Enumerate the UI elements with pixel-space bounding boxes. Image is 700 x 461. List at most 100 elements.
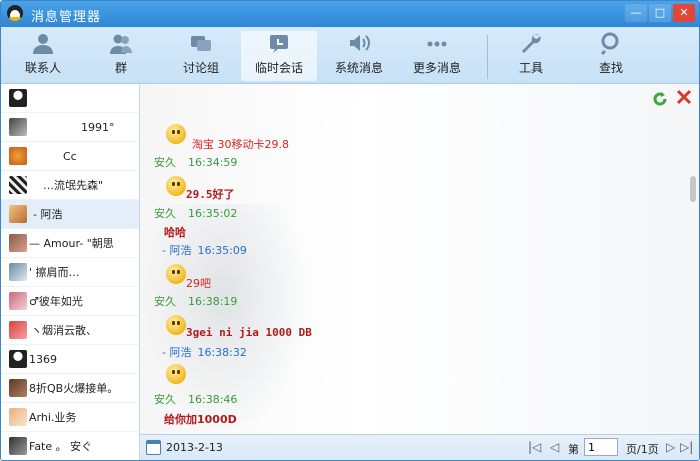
page-prefix: 第 (568, 443, 579, 456)
contact-item[interactable]: Cc (1, 142, 139, 171)
scrollbar-thumb[interactable] (690, 176, 696, 202)
page-suffix: 页/1页 (626, 443, 659, 456)
prev-page-button[interactable]: ◁ (550, 440, 559, 454)
date-label: 2013-2-13 (166, 441, 223, 454)
window-title: 消息管理器 (31, 10, 102, 25)
message-sender: 安久 16:35:02 (154, 205, 237, 221)
tab-label: 群 (114, 61, 127, 75)
discussion-icon (191, 36, 211, 51)
contact-name: — Amour- "朝思 (29, 237, 114, 250)
avatar (9, 437, 27, 455)
avatar (9, 176, 27, 194)
page-number-input[interactable] (584, 438, 618, 456)
maximize-button[interactable]: □ (649, 4, 671, 22)
contact-item[interactable]: ♂彼年如光 (1, 287, 139, 316)
contact-list[interactable]: 1991° Cc …流氓先森" - 阿浩 — Amour- "朝思 ' 擦肩而…… (1, 84, 140, 460)
tab-discussion[interactable]: 讨论组 (163, 31, 239, 81)
message-text: 29.5好了 (186, 188, 235, 201)
contact-name: - 阿浩 (33, 208, 63, 221)
tab-group[interactable]: 群 (83, 31, 159, 81)
message-sender: 安久 16:38:19 (154, 293, 237, 309)
qq-logo-icon (7, 5, 23, 21)
smiley-emoji-icon (166, 364, 186, 384)
first-page-button[interactable]: |◁ (528, 440, 541, 454)
contact-name: 1991° (81, 120, 115, 134)
message-text: 淘宝 30移动卡29.8 (192, 138, 289, 151)
contact-item[interactable]: 1991° (1, 113, 139, 142)
contact-name: 8折QB火爆接单。 (29, 382, 119, 395)
tab-system-messages[interactable]: 系统消息 (321, 31, 397, 81)
tab-label: 联系人 (24, 61, 61, 75)
avatar (9, 263, 27, 281)
message-time: 16:38:46 (188, 393, 238, 406)
contact-name: Arhi.业务 (29, 411, 77, 424)
wrench-icon (522, 34, 541, 53)
minimize-button[interactable]: — (625, 4, 647, 22)
more-icon (427, 41, 447, 47)
tab-label: 更多消息 (412, 61, 461, 75)
avatar (9, 379, 27, 397)
message-sender: - 阿浩 16:35:09 (162, 242, 247, 258)
refresh-icon[interactable] (652, 91, 668, 107)
tab-contacts[interactable]: 联系人 (5, 31, 81, 81)
tab-label: 系统消息 (334, 61, 383, 75)
tab-label: 工具 (518, 61, 543, 75)
delete-icon[interactable] (676, 89, 692, 105)
qq-penguin-avatar (9, 89, 27, 107)
avatar (9, 118, 27, 136)
search-icon (600, 32, 619, 55)
message-sender: 安久 16:38:46 (154, 391, 237, 407)
window-controls: — □ ✕ (623, 4, 695, 22)
sender-name: - 阿浩 (162, 346, 192, 359)
next-page-button[interactable]: ▷ (666, 440, 675, 454)
contact-item[interactable]: 8折QB火爆接单。 (1, 374, 139, 403)
smiley-emoji-icon (166, 124, 186, 144)
contact-item[interactable]: ヽ烟消云散、 (1, 316, 139, 345)
close-button[interactable]: ✕ (673, 4, 695, 22)
contact-item[interactable]: 1369 (1, 345, 139, 374)
message-text: 29吧 (186, 277, 211, 290)
message-time: 16:38:32 (197, 346, 247, 359)
avatar (9, 205, 27, 223)
laughing-emoji-icon (166, 176, 186, 196)
message-time: 16:34:59 (188, 156, 238, 169)
contact-item-selected[interactable]: - 阿浩 (1, 200, 139, 229)
contact-name: 1369 (29, 352, 57, 366)
temp-session-icon (270, 35, 288, 53)
message-time: 16:38:19 (188, 295, 238, 308)
contact-name: ' 擦肩而… (29, 266, 80, 279)
qq-penguin-avatar (9, 350, 27, 368)
message-text: 哈哈 (164, 226, 186, 239)
bottom-bar: 2013-2-13 |◁ ◁ 第 页/1页 ▷ ▷| (140, 434, 699, 460)
contact-name: ♂彼年如光 (29, 295, 83, 308)
crying-emoji-icon (166, 315, 186, 335)
message-time: 16:35:02 (188, 207, 238, 220)
contact-name: Fate 。 安ぐ (29, 440, 93, 453)
contact-name: ヽ烟消云散、 (31, 324, 97, 337)
sender-name: 安久 (154, 393, 176, 406)
tab-more-messages[interactable]: 更多消息 (399, 31, 475, 81)
message-manager-window: 消息管理器 — □ ✕ 联系人 群 讨论组 临时会话 系统消息 更多消息 工具 … (0, 0, 700, 461)
sender-name: 安久 (154, 295, 176, 308)
message-text: 3gei ni jia 1000 DB (186, 326, 312, 339)
calendar-icon[interactable] (146, 440, 161, 455)
toolbar-divider (487, 35, 488, 79)
message-sender: - 阿浩 16:38:32 (162, 344, 247, 360)
contact-item[interactable]: ' 擦肩而… (1, 258, 139, 287)
avatar (9, 292, 27, 310)
tab-search[interactable]: 查找 (573, 31, 649, 81)
tab-temp-session[interactable]: 临时会话 (241, 31, 317, 81)
contacts-icon (33, 34, 53, 54)
sender-name: 安久 (154, 207, 176, 220)
message-time: 16:35:09 (197, 244, 247, 257)
contact-item[interactable]: …流氓先森" (1, 171, 139, 200)
smiley-emoji-icon (166, 264, 186, 284)
contact-item[interactable] (1, 84, 139, 113)
sender-name: 安久 (154, 156, 176, 169)
chat-history[interactable]: 淘宝 30移动卡29.8 安久 16:34:59 29.5好了 安久 16:35:0… (140, 84, 699, 434)
contact-item[interactable]: Fate 。 安ぐ (1, 432, 139, 460)
contact-item[interactable]: Arhi.业务 (1, 403, 139, 432)
tab-tools[interactable]: 工具 (493, 31, 569, 81)
contact-item[interactable]: — Amour- "朝思 (1, 229, 139, 258)
last-page-button[interactable]: ▷| (680, 440, 693, 454)
